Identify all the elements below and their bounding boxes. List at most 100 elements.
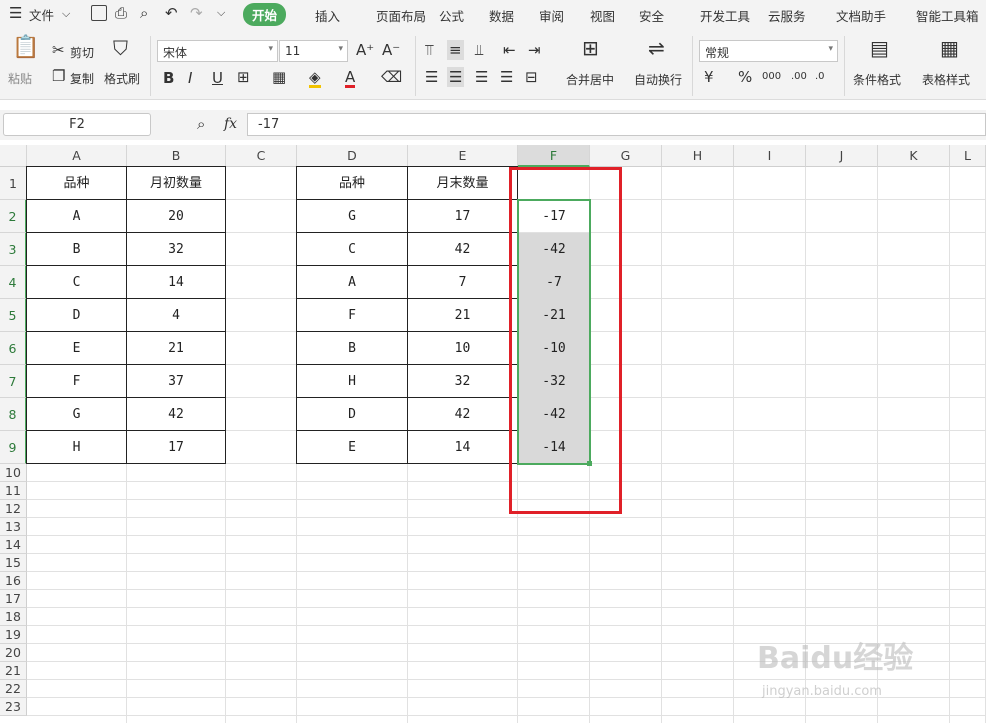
result-cell[interactable]: -17	[518, 200, 590, 233]
indent-decrease-icon[interactable]: ⇤	[503, 42, 516, 58]
row-header[interactable]: 10	[0, 464, 27, 482]
font-grow-icon[interactable]: A⁺	[356, 42, 374, 58]
row-header[interactable]: 12	[0, 500, 27, 518]
menu-tab[interactable]: 开发工具	[700, 6, 750, 25]
menu-tab[interactable]: 开始	[243, 3, 287, 26]
result-cell[interactable]: -21	[518, 299, 590, 332]
name-box[interactable]: F2	[3, 113, 151, 136]
chevron-down-icon[interactable]: ⌵	[62, 6, 70, 22]
select-all-corner[interactable]	[0, 145, 27, 167]
table-cell[interactable]: G	[26, 397, 127, 431]
border-icon[interactable]: ⊞	[237, 69, 250, 85]
table-style-button[interactable]: 表格样式	[922, 71, 970, 88]
fx-label[interactable]: fx	[224, 116, 237, 132]
justify-icon[interactable]: ☰	[500, 69, 513, 85]
table-cell[interactable]: B	[296, 331, 408, 365]
row-header[interactable]: 9	[0, 431, 27, 464]
copy-icon[interactable]: ❐	[52, 68, 65, 84]
distribute-icon[interactable]: ⊟	[525, 69, 538, 85]
menu-file[interactable]: 文件	[29, 5, 54, 24]
wrap-text-button[interactable]: 自动换行	[634, 71, 682, 88]
row-header[interactable]: 20	[0, 644, 27, 662]
copy-button[interactable]: 复制	[70, 70, 94, 87]
menu-tab[interactable]: 云服务	[768, 6, 806, 25]
row-header[interactable]: 11	[0, 482, 27, 500]
table-cell[interactable]: C	[26, 265, 127, 299]
format-painter-button[interactable]: 格式刷	[104, 70, 140, 87]
row-header[interactable]: 16	[0, 572, 27, 590]
percent-icon[interactable]: %	[738, 69, 752, 85]
table-cell[interactable]: 7	[407, 265, 518, 299]
row-header[interactable]: 15	[0, 554, 27, 572]
merge-center-button[interactable]: 合并居中	[566, 71, 614, 88]
column-header[interactable]: K	[878, 145, 950, 167]
table-cell[interactable]: 4	[126, 298, 226, 332]
table-cell[interactable]: A	[26, 199, 127, 233]
wrap-text-icon[interactable]: ⇌	[648, 38, 665, 58]
align-middle-icon[interactable]: ≡	[447, 40, 464, 60]
table-cell[interactable]: 32	[126, 232, 226, 266]
table-cell[interactable]: 20	[126, 199, 226, 233]
align-center-icon[interactable]: ☰	[447, 67, 465, 87]
menu-tab[interactable]: 插入	[315, 6, 340, 25]
table-cell[interactable]: 37	[126, 364, 226, 398]
menu-tab[interactable]: 数据	[489, 6, 514, 25]
format-painter-icon[interactable]: ⛉	[113, 38, 128, 58]
result-cell[interactable]: -42	[518, 398, 590, 431]
column-header[interactable]: D	[297, 145, 408, 167]
align-top-icon[interactable]: ⫪	[425, 42, 433, 58]
row-header[interactable]: 2	[0, 200, 27, 233]
font-size-combo[interactable]: 11 ▾	[279, 40, 348, 62]
underline-icon[interactable]: U	[212, 70, 223, 86]
row-header[interactable]: 22	[0, 680, 27, 698]
table-cell[interactable]: 42	[407, 232, 518, 266]
undo-icon[interactable]: ↶	[165, 5, 178, 21]
column-header[interactable]: H	[662, 145, 734, 167]
column-header[interactable]: G	[590, 145, 662, 167]
table-cell[interactable]: H	[296, 364, 408, 398]
decimal-increase-icon[interactable]: .00	[791, 69, 807, 85]
table-cell[interactable]: H	[26, 430, 127, 464]
table-cell[interactable]: 21	[126, 331, 226, 365]
row-header[interactable]: 3	[0, 233, 27, 266]
number-format-combo[interactable]: 常规 ▾	[699, 40, 838, 62]
table-cell[interactable]: E	[26, 331, 127, 365]
menu-tab[interactable]: 安全	[639, 6, 664, 25]
table-cell[interactable]: 17	[407, 199, 518, 233]
column-header[interactable]: I	[734, 145, 806, 167]
eraser-icon[interactable]: ⌫	[381, 69, 402, 85]
print-preview-icon[interactable]: ⌕	[140, 5, 148, 21]
menu-tab[interactable]: 公式	[439, 6, 464, 25]
table-style-icon[interactable]: ▦	[940, 38, 959, 58]
row-header[interactable]: 14	[0, 536, 27, 554]
font-color-icon[interactable]: A	[345, 69, 356, 88]
merge-center-icon[interactable]: ⊞	[582, 38, 599, 58]
table-cell[interactable]: 21	[407, 298, 518, 332]
row-header[interactable]: 8	[0, 398, 27, 431]
font-name-combo[interactable]: 宋体 ▾	[157, 40, 278, 62]
menu-tab[interactable]: 页面布局	[376, 6, 426, 25]
fill-handle[interactable]	[587, 461, 592, 466]
menu-tab[interactable]: 文档助手	[836, 6, 886, 25]
currency-icon[interactable]: ¥	[704, 69, 714, 85]
conditional-format-button[interactable]: 条件格式	[853, 71, 901, 88]
row-header[interactable]: 1	[0, 167, 27, 200]
row-header[interactable]: 18	[0, 608, 27, 626]
table-cell[interactable]: F	[296, 298, 408, 332]
table-cell[interactable]: 10	[407, 331, 518, 365]
row-header[interactable]: 19	[0, 626, 27, 644]
table-cell[interactable]: G	[296, 199, 408, 233]
print-icon[interactable]: ⎙	[115, 5, 127, 21]
row-header[interactable]: 7	[0, 365, 27, 398]
thousands-icon[interactable]: 000	[762, 69, 781, 85]
hamburger-icon[interactable]: ☰	[9, 5, 22, 21]
table-cell[interactable]: D	[26, 298, 127, 332]
customize-icon[interactable]: ⌵	[217, 5, 225, 21]
paste-button[interactable]: 粘贴	[8, 70, 32, 87]
menu-tab[interactable]: 审阅	[539, 6, 564, 25]
table-cell[interactable]: 42	[407, 397, 518, 431]
result-cell[interactable]: -10	[518, 332, 590, 365]
table-cell[interactable]: 32	[407, 364, 518, 398]
column-header[interactable]: E	[408, 145, 518, 167]
column-header[interactable]: L	[950, 145, 986, 167]
